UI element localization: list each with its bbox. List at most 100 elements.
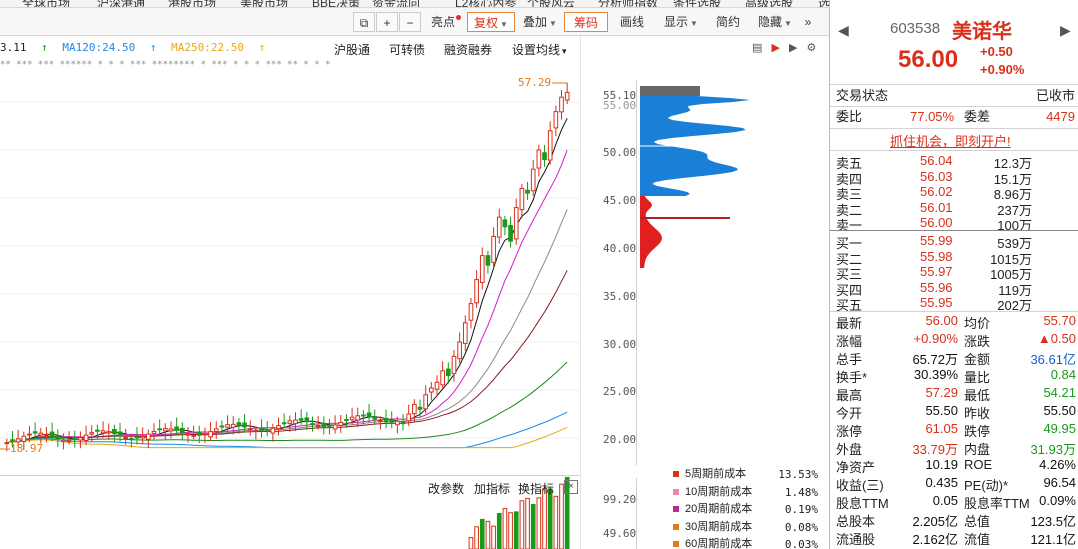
candle-body bbox=[55, 435, 61, 440]
quote-value: 31.93万 bbox=[1030, 442, 1076, 457]
quote-value: 4.26% bbox=[1039, 457, 1076, 472]
candle-body bbox=[315, 425, 321, 428]
trade-status-value: 已收市 bbox=[1035, 88, 1075, 103]
quote-label: 净资产 bbox=[836, 460, 876, 475]
candle-body bbox=[61, 439, 66, 443]
candle-body bbox=[174, 426, 179, 431]
quote-label: 涨停 bbox=[836, 424, 863, 439]
quote-label: 量比 bbox=[964, 370, 991, 385]
candle-body bbox=[451, 355, 457, 375]
volume-bar bbox=[530, 503, 536, 549]
legend-swatch bbox=[673, 523, 679, 530]
candle-body bbox=[530, 168, 536, 192]
candle-body bbox=[72, 437, 78, 441]
candle-body bbox=[462, 322, 468, 344]
weibi-label: 委比 bbox=[836, 109, 863, 124]
quote-value: 0.435 bbox=[925, 475, 958, 490]
divider bbox=[830, 150, 1078, 151]
y-axis-label: 55.00 bbox=[603, 99, 637, 112]
quote-value: +0.90% bbox=[913, 331, 958, 346]
candle-body bbox=[191, 434, 196, 437]
quote-value: ▲0.50 bbox=[1037, 331, 1076, 346]
candle-body bbox=[502, 219, 508, 228]
volume-bar bbox=[479, 518, 485, 549]
add-indicator-button[interactable]: 加指标 bbox=[474, 480, 510, 497]
cost-legend-row: 30周期前成本 0.08% bbox=[673, 519, 818, 537]
candle-body bbox=[310, 423, 315, 426]
volume-bar bbox=[508, 512, 513, 549]
sell-level-volume: 100万 bbox=[997, 218, 1032, 233]
candle-body bbox=[78, 437, 83, 441]
quote-label: 涨幅 bbox=[836, 334, 863, 349]
next-stock-icon[interactable]: ▶ bbox=[1060, 22, 1071, 39]
candle-body bbox=[332, 424, 338, 430]
candle-body bbox=[32, 431, 38, 434]
indicator-y-label: 49.60 bbox=[603, 527, 637, 540]
quote-label: ROE bbox=[964, 457, 993, 472]
candle-body bbox=[321, 422, 327, 428]
candle-body bbox=[400, 421, 406, 425]
cost-legend-pct: 13.53% bbox=[778, 468, 818, 481]
close-icon[interactable]: × bbox=[564, 480, 578, 494]
cost-legend-label: 10周期前成本 bbox=[685, 485, 753, 498]
open-account-link[interactable]: 抓住机会，即刻开户! bbox=[890, 131, 1011, 150]
quote-value: 2.205亿 bbox=[912, 514, 958, 529]
candle-body bbox=[208, 431, 213, 438]
quote-value: 10.19 bbox=[925, 457, 958, 472]
candle-body bbox=[213, 428, 219, 432]
candle-body bbox=[547, 130, 553, 161]
quote-label: 昨收 bbox=[964, 406, 991, 421]
cost-legend-pct: 0.08% bbox=[784, 520, 818, 534]
candle-body bbox=[236, 422, 242, 426]
candle-body bbox=[344, 419, 349, 422]
quote-value: 2.162亿 bbox=[912, 532, 958, 547]
cost-legend-row: 10周期前成本 1.48% bbox=[673, 484, 818, 502]
quote-label: 内盘 bbox=[964, 442, 991, 457]
volume-bar bbox=[468, 537, 474, 549]
quote-value: 55.50 bbox=[1043, 403, 1076, 418]
quote-label: 金额 bbox=[964, 352, 991, 367]
candle-body bbox=[412, 403, 417, 415]
candle-body bbox=[196, 432, 202, 436]
divider bbox=[830, 106, 1078, 107]
weicha-label: 委差 bbox=[964, 109, 991, 124]
ma-line bbox=[6, 411, 568, 449]
quote-label: 收益(三) bbox=[836, 478, 884, 493]
quote-value: 36.61亿 bbox=[1030, 352, 1076, 367]
candle-body bbox=[168, 428, 174, 432]
cost-legend: 5周期前成本 13.53% 10周期前成本 1.48% 20周期前成本 0.19% 3… bbox=[673, 466, 818, 549]
prev-stock-icon[interactable]: ◀ bbox=[838, 22, 849, 39]
chip-distribution bbox=[640, 86, 751, 268]
cost-legend-row: 60周期前成本 0.03% bbox=[673, 536, 818, 549]
candle-body bbox=[440, 370, 445, 386]
candle-body bbox=[157, 428, 162, 431]
sell-level-price: 56.02 bbox=[920, 184, 953, 199]
candle-body bbox=[100, 430, 106, 434]
candle-body bbox=[429, 387, 434, 393]
buy-level-price: 55.97 bbox=[920, 264, 953, 279]
candle-body bbox=[66, 440, 72, 443]
edit-params-button[interactable]: 改参数 bbox=[428, 480, 464, 497]
candle-body bbox=[185, 433, 191, 436]
quote-label: 涨跌 bbox=[964, 334, 991, 349]
quote-label: 总手 bbox=[836, 352, 863, 367]
candle-body bbox=[378, 419, 383, 422]
volume-bar bbox=[491, 525, 496, 549]
switch-indicator-button[interactable]: 换指标 bbox=[518, 480, 554, 497]
candle-body bbox=[338, 421, 344, 427]
divider bbox=[830, 230, 1078, 231]
volume-bar bbox=[525, 497, 530, 549]
volume-bar bbox=[547, 488, 553, 549]
candle-body bbox=[406, 413, 412, 422]
buy-level-price: 55.96 bbox=[920, 279, 953, 295]
y-axis-label: 40.00 bbox=[603, 242, 637, 255]
candle-body bbox=[445, 368, 451, 377]
quote-panel: ◀ ▶ 603538 美诺华 56.00 +0.50 +0.90% 交易状态 已… bbox=[829, 0, 1078, 549]
candle-body bbox=[89, 432, 95, 435]
candle-body bbox=[4, 442, 10, 445]
ma-line bbox=[6, 270, 568, 444]
quote-value: 123.5亿 bbox=[1030, 514, 1076, 529]
volume-bar bbox=[542, 488, 547, 549]
candle-body bbox=[259, 427, 264, 432]
cost-legend-row: 20周期前成本 0.19% bbox=[673, 501, 818, 519]
